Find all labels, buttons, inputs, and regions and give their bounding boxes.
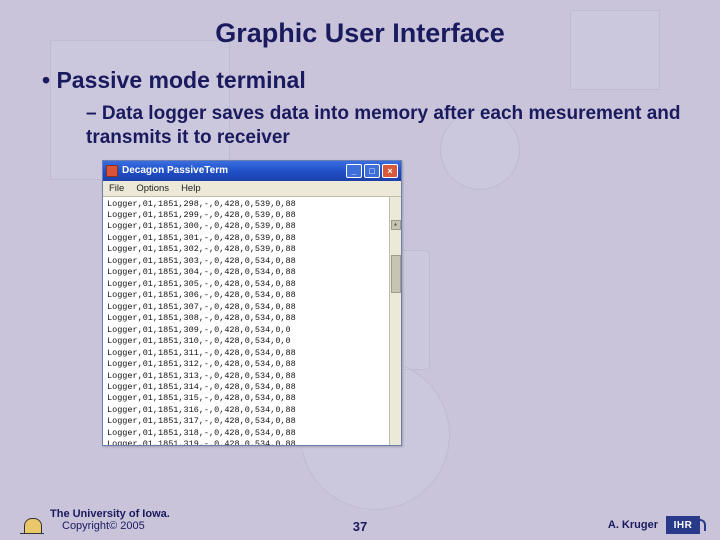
scrollbar[interactable]: ▴ ▾: [389, 197, 401, 445]
scroll-up-arrow-icon[interactable]: ▴: [391, 220, 401, 230]
slide-title: Graphic User Interface: [38, 18, 682, 49]
app-icon: [106, 165, 118, 177]
menu-help[interactable]: Help: [181, 183, 201, 194]
footer-left: The University of Iowa. Copyright© 2005: [20, 506, 353, 534]
menu-file[interactable]: File: [109, 183, 124, 194]
footer-author: A. Kruger: [608, 519, 658, 531]
terminal-output: Logger,01,1851,298,-,0,428,0,539,0,88 Lo…: [103, 197, 401, 445]
footer-org: The University of Iowa.: [50, 508, 170, 520]
ihr-logo-icon: IHR: [666, 516, 700, 534]
scroll-thumb[interactable]: [391, 255, 401, 293]
footer-right: A. Kruger IHR: [367, 516, 700, 534]
maximize-button[interactable]: □: [364, 164, 380, 178]
bullet-level2: – Data logger saves data into memory aft…: [86, 102, 682, 150]
window-title: Decagon PassiveTerm: [122, 165, 346, 176]
window-menubar: File Options Help: [103, 181, 401, 197]
scroll-track[interactable]: [390, 255, 401, 444]
slide: Graphic User Interface • Passive mode te…: [0, 0, 720, 540]
university-logo-icon: [20, 506, 44, 534]
page-number: 37: [353, 519, 367, 534]
footer-copyright: Copyright© 2005: [50, 520, 170, 532]
menu-options[interactable]: Options: [136, 183, 169, 194]
embedded-window: Decagon PassiveTerm _ □ × File Options H…: [102, 160, 402, 446]
close-button[interactable]: ×: [382, 164, 398, 178]
minimize-button[interactable]: _: [346, 164, 362, 178]
bullet-level1: • Passive mode terminal: [42, 67, 682, 94]
window-controls: _ □ ×: [346, 164, 398, 178]
footer-left-text: The University of Iowa. Copyright© 2005: [50, 508, 170, 532]
slide-footer: The University of Iowa. Copyright© 2005 …: [0, 506, 720, 534]
window-titlebar[interactable]: Decagon PassiveTerm _ □ ×: [103, 161, 401, 181]
